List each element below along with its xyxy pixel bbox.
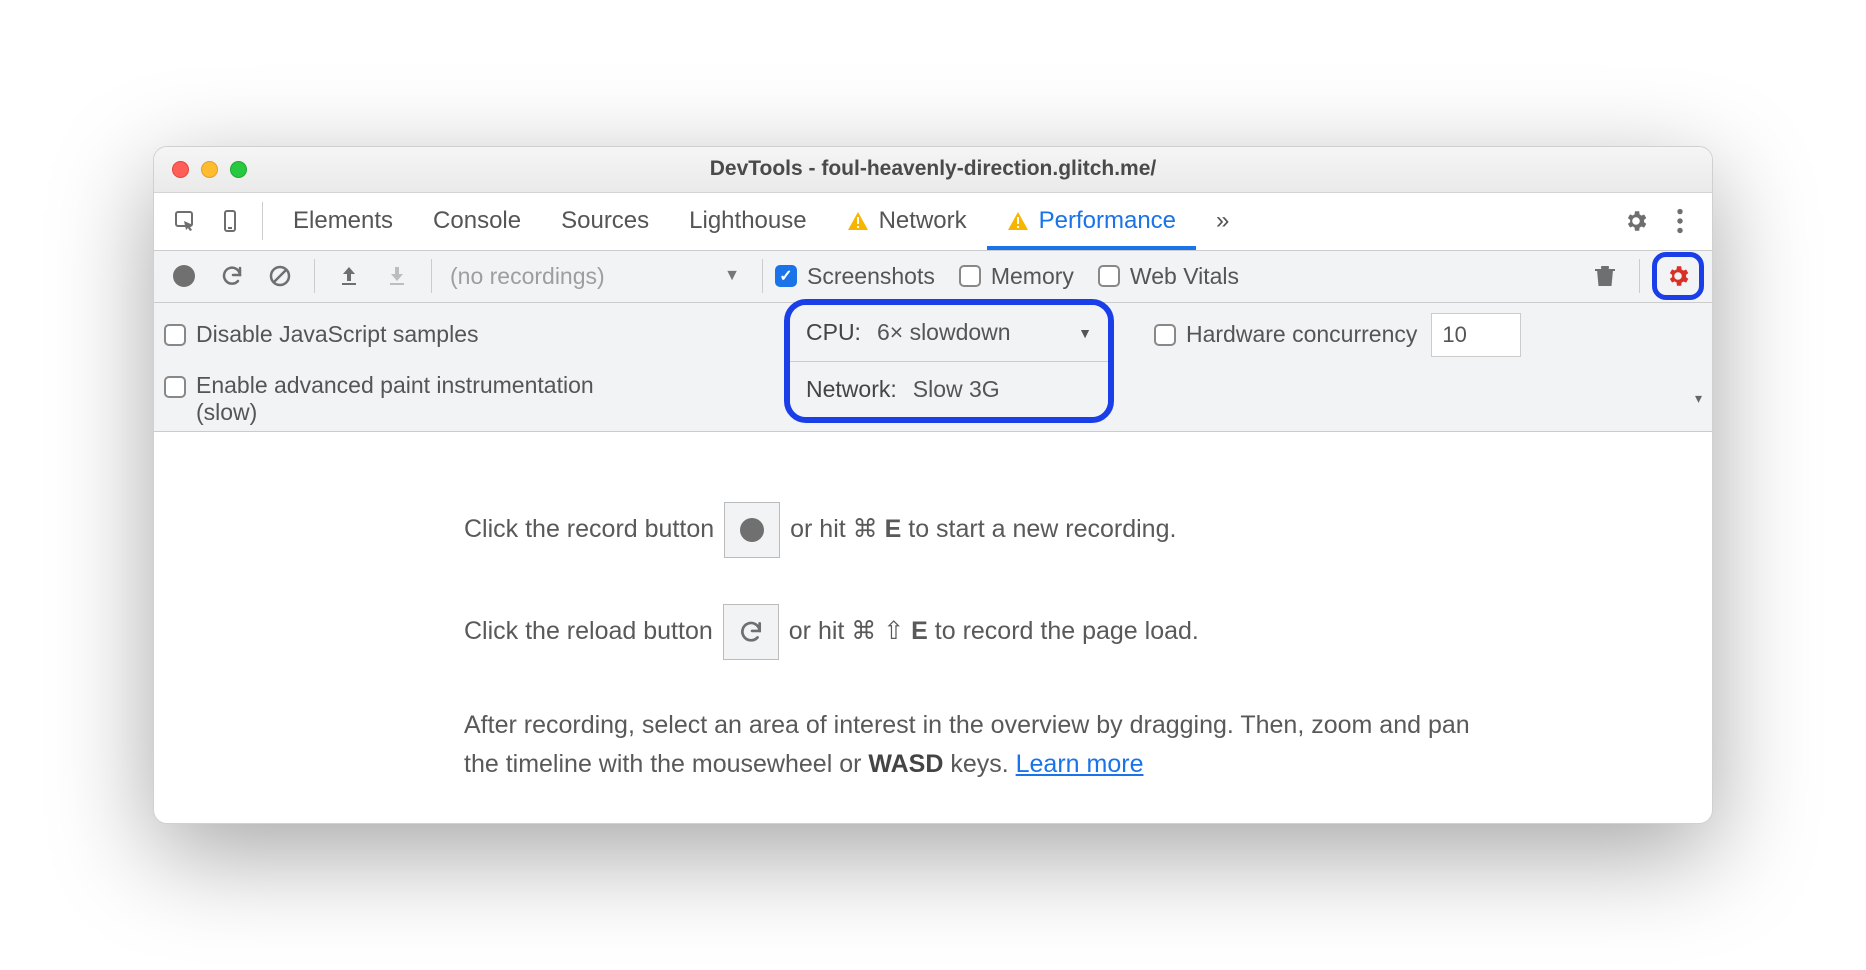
chevron-down-icon: ▼ [1078,325,1092,341]
checkbox-icon [1098,265,1120,287]
memory-checkbox[interactable]: Memory [959,263,1074,290]
screenshots-checkbox[interactable]: Screenshots [775,263,935,290]
tab-lighthouse[interactable]: Lighthouse [669,193,826,250]
chevron-down-icon: ▼ [724,267,750,285]
device-toolbar-icon[interactable] [208,199,252,243]
learn-more-link[interactable]: Learn more [1016,750,1144,778]
devtools-window: DevTools - foul-heavenly-direction.glitc… [153,146,1713,825]
help-line-record: Click the record button or hit ⌘ E to st… [464,502,1482,558]
separator [262,202,263,240]
advanced-paint-checkbox[interactable]: Enable advanced paint instrumentation (s… [164,372,656,426]
titlebar: DevTools - foul-heavenly-direction.glitc… [154,147,1712,193]
settings-gear-icon[interactable] [1614,199,1658,243]
tab-overflow[interactable]: » [1196,193,1249,250]
clear-icon[interactable] [258,254,302,298]
trash-icon[interactable] [1583,254,1627,298]
tab-console[interactable]: Console [413,193,541,250]
separator [314,259,315,293]
window-title: DevTools - foul-heavenly-direction.glitc… [154,157,1712,181]
hardware-concurrency-input[interactable] [1431,313,1521,357]
kebab-menu-icon[interactable] [1658,199,1702,243]
recordings-dropdown[interactable]: (no recordings) ▼ [450,263,750,290]
reload-button-inline[interactable] [723,604,779,660]
zoom-window-button[interactable] [230,161,247,178]
traffic-lights [154,161,247,178]
performance-toolbar: (no recordings) ▼ Screenshots Memory Web… [154,251,1712,303]
chevron-down-icon: ▾ [1695,390,1702,407]
checkbox-icon [164,376,186,398]
cpu-throttle-select[interactable]: CPU: 6× slowdown ▼ [790,305,1108,361]
warning-icon [847,211,869,231]
empty-state-help: Click the record button or hit ⌘ E to st… [154,432,1712,824]
disable-js-samples-checkbox[interactable]: Disable JavaScript samples [164,321,479,348]
tab-network[interactable]: Network [827,193,987,250]
checkbox-icon [1154,324,1176,346]
separator [1639,259,1640,293]
tab-sources[interactable]: Sources [541,193,669,250]
inspect-element-icon[interactable] [164,199,208,243]
tab-performance[interactable]: Performance [987,193,1196,250]
capture-settings-panel: Disable JavaScript samples CPU: 6× slowd… [154,303,1712,432]
help-line-reload: Click the reload button or hit ⌘ ⇧ E to … [464,604,1482,660]
tab-elements[interactable]: Elements [273,193,413,250]
checkbox-icon [775,265,797,287]
webvitals-checkbox[interactable]: Web Vitals [1098,263,1239,290]
network-throttle-select[interactable]: Network: Slow 3G [790,361,1108,417]
devtools-tabbar: Elements Console Sources Lighthouse Netw… [154,193,1712,251]
capture-settings-gear-icon[interactable] [1661,259,1695,293]
warning-icon [1007,211,1029,231]
record-button[interactable] [162,254,206,298]
separator [762,259,763,293]
separator [431,259,432,293]
load-profile-icon[interactable] [327,254,371,298]
minimize-window-button[interactable] [201,161,218,178]
reload-record-button[interactable] [210,254,254,298]
help-paragraph: After recording, select an area of inter… [464,706,1482,784]
throttling-highlight: CPU: 6× slowdown ▼ Network: Slow 3G [784,299,1114,423]
hardware-concurrency-checkbox[interactable]: Hardware concurrency [1154,321,1417,348]
checkbox-icon [959,265,981,287]
record-button-inline[interactable] [724,502,780,558]
save-profile-icon[interactable] [375,254,419,298]
close-window-button[interactable] [172,161,189,178]
checkbox-icon [164,324,186,346]
capture-settings-highlight [1652,252,1704,300]
